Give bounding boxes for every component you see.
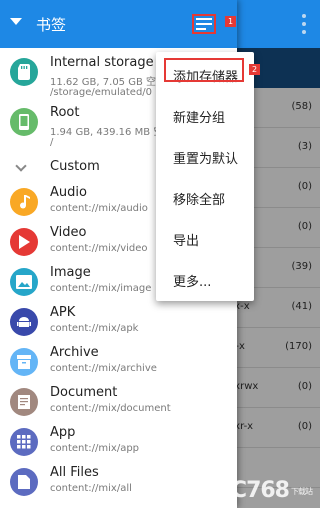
annotation-highlight bbox=[164, 58, 244, 82]
bookmark-name: Archive bbox=[50, 345, 99, 360]
bookmark-path: content://mix/all bbox=[50, 483, 132, 494]
storage-path: / bbox=[50, 137, 54, 148]
bookmark-item-app[interactable]: App content://mix/app bbox=[0, 422, 237, 462]
bookmark-name: Document bbox=[50, 385, 118, 400]
storage-detail: 11.62 GB, 7.05 GB 空闲 bbox=[50, 77, 167, 88]
watermark-logo: PC768 下载站 bbox=[215, 478, 313, 503]
storage-name: Root bbox=[50, 105, 80, 120]
apps-grid-icon bbox=[10, 428, 38, 456]
play-icon bbox=[10, 228, 38, 256]
more-options-icon[interactable] bbox=[302, 14, 306, 34]
bookmark-item-archive[interactable]: Archive content://mix/archive bbox=[0, 342, 237, 382]
bookmark-menu-button[interactable] bbox=[192, 14, 216, 34]
bookmark-path: content://mix/image bbox=[50, 283, 152, 294]
bookmark-path: content://mix/apk bbox=[50, 323, 139, 334]
bookmark-name: App bbox=[50, 425, 76, 440]
section-label: Custom bbox=[50, 159, 100, 174]
sd-card-icon bbox=[10, 58, 38, 86]
bookmark-item-document[interactable]: Document content://mix/document bbox=[0, 382, 237, 422]
bookmark-path: content://mix/video bbox=[50, 243, 148, 254]
annotation-badge: 2 bbox=[249, 64, 260, 75]
drawer-title: 书签 bbox=[36, 16, 67, 34]
bookmark-name: Video bbox=[50, 225, 87, 240]
archive-icon bbox=[10, 348, 38, 376]
bookmark-item-apk[interactable]: APK content://mix/apk bbox=[0, 302, 237, 342]
storage-name: Internal storage bbox=[50, 55, 154, 70]
list-menu-icon bbox=[196, 18, 212, 30]
bookmark-path: content://mix/app bbox=[50, 443, 140, 454]
drawer-header: 书签 1 bbox=[0, 0, 237, 48]
menu-item[interactable]: 新建分组 bbox=[156, 99, 254, 139]
phone-icon bbox=[10, 108, 38, 136]
file-icon bbox=[10, 468, 38, 496]
bookmark-path: content://mix/archive bbox=[50, 363, 157, 374]
music-icon bbox=[10, 188, 38, 216]
document-icon bbox=[10, 388, 38, 416]
storage-path: /storage/emulated/0 bbox=[50, 87, 153, 98]
storage-detail: 1.94 GB, 439.16 MB 空闲 bbox=[50, 127, 174, 138]
bookmark-name: Audio bbox=[50, 185, 87, 200]
image-icon bbox=[10, 268, 38, 296]
bookmark-path: content://mix/document bbox=[50, 403, 171, 414]
bookmark-name: Image bbox=[50, 265, 91, 280]
menu-item[interactable]: 重置为默认 bbox=[156, 140, 254, 180]
annotation-badge: 1 bbox=[225, 16, 236, 27]
android-icon bbox=[10, 308, 38, 336]
bookmark-name: APK bbox=[50, 305, 76, 320]
bookmark-item-all-files[interactable]: All Files content://mix/all bbox=[0, 462, 237, 502]
bookmark-path: content://mix/audio bbox=[50, 203, 148, 214]
menu-item[interactable]: 移除全部 bbox=[156, 181, 254, 221]
menu-item[interactable]: 更多... bbox=[156, 263, 254, 303]
chevron-down-icon[interactable] bbox=[10, 18, 22, 25]
chevron-down-icon bbox=[15, 160, 27, 172]
bookmark-options-menu: 添加存储器 新建分组 重置为默认 移除全部 导出 更多... bbox=[156, 52, 254, 301]
menu-item[interactable]: 导出 bbox=[156, 222, 254, 262]
bookmark-name: All Files bbox=[50, 465, 99, 480]
